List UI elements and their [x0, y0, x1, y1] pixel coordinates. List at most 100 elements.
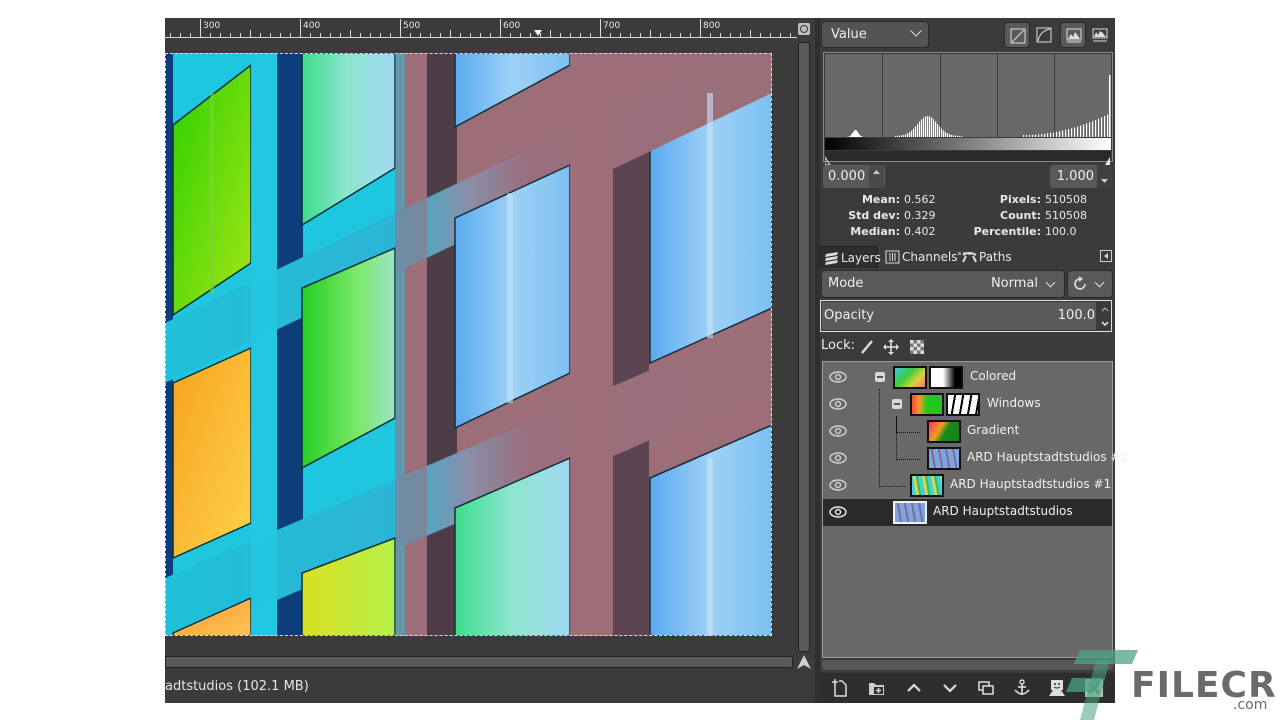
dock-resize-grip[interactable]	[958, 240, 976, 255]
composite-mode-select[interactable]	[1067, 270, 1113, 298]
lock-alpha-icon[interactable]	[909, 339, 925, 355]
layer-row-windows[interactable]: Windows	[823, 391, 1112, 418]
ruler-tick	[270, 33, 271, 37]
eye-icon[interactable]	[829, 478, 847, 492]
layer-row-ard-2[interactable]: ARD Hauptstadtstudios #2	[823, 445, 1128, 472]
histogram-bar	[857, 131, 858, 137]
spin-arrows[interactable]	[869, 165, 884, 188]
channel-select[interactable]: Value	[821, 21, 929, 48]
quick-mask-icon	[797, 655, 811, 669]
lock-pixels-icon[interactable]	[859, 339, 875, 355]
ruler-tick	[690, 33, 691, 37]
layer-row-ard-1[interactable]: ARD Hauptstadtstudios #1	[823, 472, 1112, 499]
opacity-spin-arrows[interactable]	[1099, 302, 1111, 330]
layers-list[interactable]: Colored Windows Gradient ARD Hauptstadts…	[822, 361, 1128, 658]
collapse-group-button[interactable]	[875, 372, 885, 382]
navigate-icon[interactable]	[798, 23, 810, 35]
histogram-bar	[905, 134, 907, 137]
histogram-bar	[1029, 134, 1031, 137]
duplicate-layer-icon	[978, 681, 994, 695]
lock-row: Lock:	[821, 336, 924, 358]
layer-row-gradient[interactable]: Gradient	[823, 418, 1112, 445]
tab-menu-button[interactable]	[1100, 250, 1112, 262]
vertical-scrollbar[interactable]	[798, 42, 810, 652]
opacity-field[interactable]: Opacity 100.0	[822, 302, 1096, 330]
layer-row-ard[interactable]: ARD Hauptstadtstudios	[823, 499, 1112, 526]
ruler-tick	[440, 33, 441, 37]
raise-layer-button[interactable]	[904, 678, 924, 698]
per-channel-histogram-button[interactable]	[1087, 22, 1113, 48]
histogram-bars	[847, 75, 1111, 137]
layers-icon	[825, 252, 838, 265]
histogram-bar	[1062, 130, 1064, 137]
eye-icon[interactable]	[829, 505, 847, 519]
collapse-group-button[interactable]	[892, 399, 902, 409]
histogram-range-slider[interactable]	[824, 151, 1111, 166]
ruler-label: 800	[703, 21, 721, 31]
lock-position-icon[interactable]	[883, 339, 899, 355]
ruler-label: 700	[603, 21, 621, 31]
layer-mode-row: Mode Normal	[821, 270, 1113, 298]
eye-icon[interactable]	[829, 370, 847, 384]
new-layer-button[interactable]	[830, 678, 850, 698]
mode-value: Normal	[990, 276, 1038, 291]
histogram-bar	[853, 131, 854, 137]
spin-up-icon	[873, 170, 880, 174]
eye-icon[interactable]	[829, 451, 847, 465]
quick-mask-toggle[interactable]	[796, 654, 812, 670]
composite-histogram-button[interactable]	[1060, 22, 1086, 48]
ruler-tick	[710, 33, 711, 37]
tab-channels[interactable]: Channels	[882, 246, 958, 268]
linear-histogram-button[interactable]	[1004, 22, 1030, 48]
layer-thumbnail	[927, 447, 961, 470]
logarithmic-histogram-button[interactable]	[1031, 22, 1057, 48]
histogram-bar	[1041, 134, 1043, 137]
layer-mask-thumbnail	[929, 366, 963, 389]
stat-pixels: Pixels:	[999, 193, 1041, 206]
horizontal-scrollbar[interactable]	[165, 656, 793, 668]
horizontal-ruler[interactable]: 300 400 500 600 700 800	[165, 18, 797, 38]
tab-layers[interactable]: Layers	[820, 246, 881, 268]
layer-thumbnail	[893, 366, 927, 389]
duplicate-layer-button[interactable]	[976, 678, 996, 698]
eye-icon[interactable]	[829, 424, 847, 438]
histogram-bar	[1083, 124, 1085, 137]
histogram-bar	[1032, 134, 1034, 137]
histogram-view[interactable]	[823, 52, 1113, 166]
layer-mode-select[interactable]: Mode Normal	[821, 270, 1065, 298]
layer-thumbnail	[910, 474, 944, 497]
ruler-tick	[670, 33, 671, 37]
histogram-bar	[927, 116, 929, 137]
histogram-bar	[850, 135, 851, 137]
paths-icon	[962, 252, 977, 263]
histogram-bar	[858, 133, 859, 137]
stat-percentile-value: 100.0	[1045, 225, 1077, 238]
layer-row-colored[interactable]: Colored	[823, 364, 1112, 391]
new-layer-group-button[interactable]	[867, 678, 887, 698]
histogram-bar	[1035, 134, 1037, 137]
eye-icon[interactable]	[829, 397, 847, 411]
opacity-spinscale[interactable]: Opacity 100.0	[820, 300, 1112, 332]
image-canvas[interactable]	[165, 53, 772, 636]
histogram-bar	[1077, 126, 1079, 137]
histogram-bar	[913, 128, 915, 137]
ruler-tick	[640, 33, 641, 37]
histogram-bar	[1089, 122, 1091, 137]
range-start-spinbox[interactable]: 0.000	[823, 165, 885, 188]
ruler-tick	[310, 33, 311, 37]
lower-layer-button[interactable]	[940, 678, 960, 698]
status-bar: adtstudios (102.1 MB)	[165, 671, 815, 703]
ruler-tick	[580, 33, 581, 37]
range-end-spinbox[interactable]: 1.000	[1050, 165, 1112, 188]
histogram-bar	[1065, 129, 1067, 137]
anchor-layer-icon	[1014, 679, 1030, 695]
spin-down-icon	[1101, 321, 1109, 327]
layer-name: ARD Hauptstadtstudios #2	[967, 450, 1129, 464]
spin-arrows[interactable]	[1097, 165, 1112, 188]
ruler-tick	[780, 33, 781, 37]
anchor-layer-button[interactable]	[1012, 678, 1032, 698]
histogram-gradient-bar	[825, 138, 1111, 150]
ruler-tick	[790, 33, 791, 37]
ruler-tick	[430, 33, 431, 37]
tab-paths[interactable]: Paths	[959, 246, 1015, 268]
